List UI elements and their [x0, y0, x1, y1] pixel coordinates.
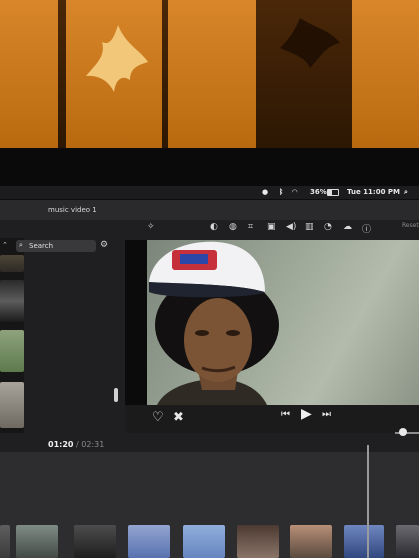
speed-icon[interactable]: ◔: [324, 222, 332, 232]
search-field[interactable]: ⌕ Search: [16, 240, 96, 252]
wall-panel: [352, 0, 419, 150]
crop-icon[interactable]: ⌗: [248, 222, 253, 232]
window-title: music video 1: [48, 206, 97, 214]
wifi-icon[interactable]: ◠: [292, 188, 297, 196]
media-browser: [0, 238, 24, 433]
browser-scrollbar[interactable]: [114, 388, 118, 402]
magic-wand-icon[interactable]: ✧: [147, 222, 155, 232]
play-icon[interactable]: ▶: [301, 406, 312, 422]
media-thumbnail[interactable]: [0, 382, 24, 428]
time-separator: /: [76, 440, 79, 449]
app-icon[interactable]: ●: [262, 188, 268, 196]
media-thumbnail[interactable]: [0, 255, 24, 272]
playhead[interactable]: [367, 445, 369, 558]
video-preview[interactable]: [147, 240, 419, 405]
volume-icon[interactable]: ◀): [286, 222, 296, 232]
reset-button[interactable]: Reset: [402, 222, 419, 229]
wall-panel: [168, 0, 256, 150]
glowing-ornament: [86, 25, 148, 92]
video-frame: [149, 241, 279, 405]
menu-clock[interactable]: Tue 11:00 PM: [347, 188, 400, 196]
media-thumbnail[interactable]: [0, 330, 24, 372]
timeline-clip[interactable]: [396, 525, 419, 558]
wall-gap: [58, 0, 66, 150]
background-wall: [0, 0, 419, 160]
stabilization-icon[interactable]: ▣: [267, 222, 276, 232]
noise-reduction-icon[interactable]: ▥: [305, 222, 314, 232]
wall-panel: [0, 0, 58, 150]
settings-gear-icon[interactable]: ⚙: [100, 240, 108, 250]
shadow-ornament: [280, 18, 340, 68]
timeline-clip[interactable]: [0, 525, 10, 558]
laptop-bezel: [0, 148, 419, 188]
search-icon: ⌕: [19, 241, 23, 249]
viewer-controls: [125, 405, 419, 433]
favorite-heart-icon[interactable]: ♡: [152, 410, 164, 425]
total-time: 02:31: [81, 440, 105, 449]
filter-icon[interactable]: ☁: [343, 222, 352, 232]
menu-bar: ● ᛒ ◠ 36% Tue 11:00 PM ⌕: [0, 186, 419, 199]
timeline-clip[interactable]: [128, 525, 170, 558]
reject-x-icon[interactable]: ✖: [173, 410, 184, 425]
timeline-clip[interactable]: [237, 525, 279, 558]
timeline-clip[interactable]: [74, 525, 116, 558]
viewer-letterbox: [125, 240, 147, 405]
battery-icon[interactable]: [327, 189, 339, 196]
timeline-clip[interactable]: [290, 525, 332, 558]
skip-back-icon[interactable]: ⏮: [281, 409, 290, 420]
info-icon[interactable]: ⓘ: [362, 222, 371, 235]
spotlight-search-icon[interactable]: ⌕: [404, 188, 408, 197]
timecode: 01:20 / 02:31: [48, 440, 104, 449]
color-correction-icon[interactable]: ◍: [229, 222, 237, 232]
bluetooth-icon[interactable]: ᛒ: [279, 188, 283, 196]
skip-forward-icon[interactable]: ⏭: [322, 409, 331, 420]
scope-chevron-icon[interactable]: ⌃: [2, 241, 8, 249]
current-time: 01:20: [48, 440, 74, 449]
battery-percent: 36%: [310, 188, 327, 196]
timeline-clip[interactable]: [344, 525, 384, 558]
media-thumbnail[interactable]: [0, 280, 24, 322]
timeline-clip[interactable]: [16, 525, 58, 558]
color-balance-icon[interactable]: ◐: [210, 222, 218, 232]
zoom-slider-knob[interactable]: [399, 428, 407, 436]
search-placeholder: Search: [29, 242, 54, 250]
timeline-clip[interactable]: [183, 525, 225, 558]
